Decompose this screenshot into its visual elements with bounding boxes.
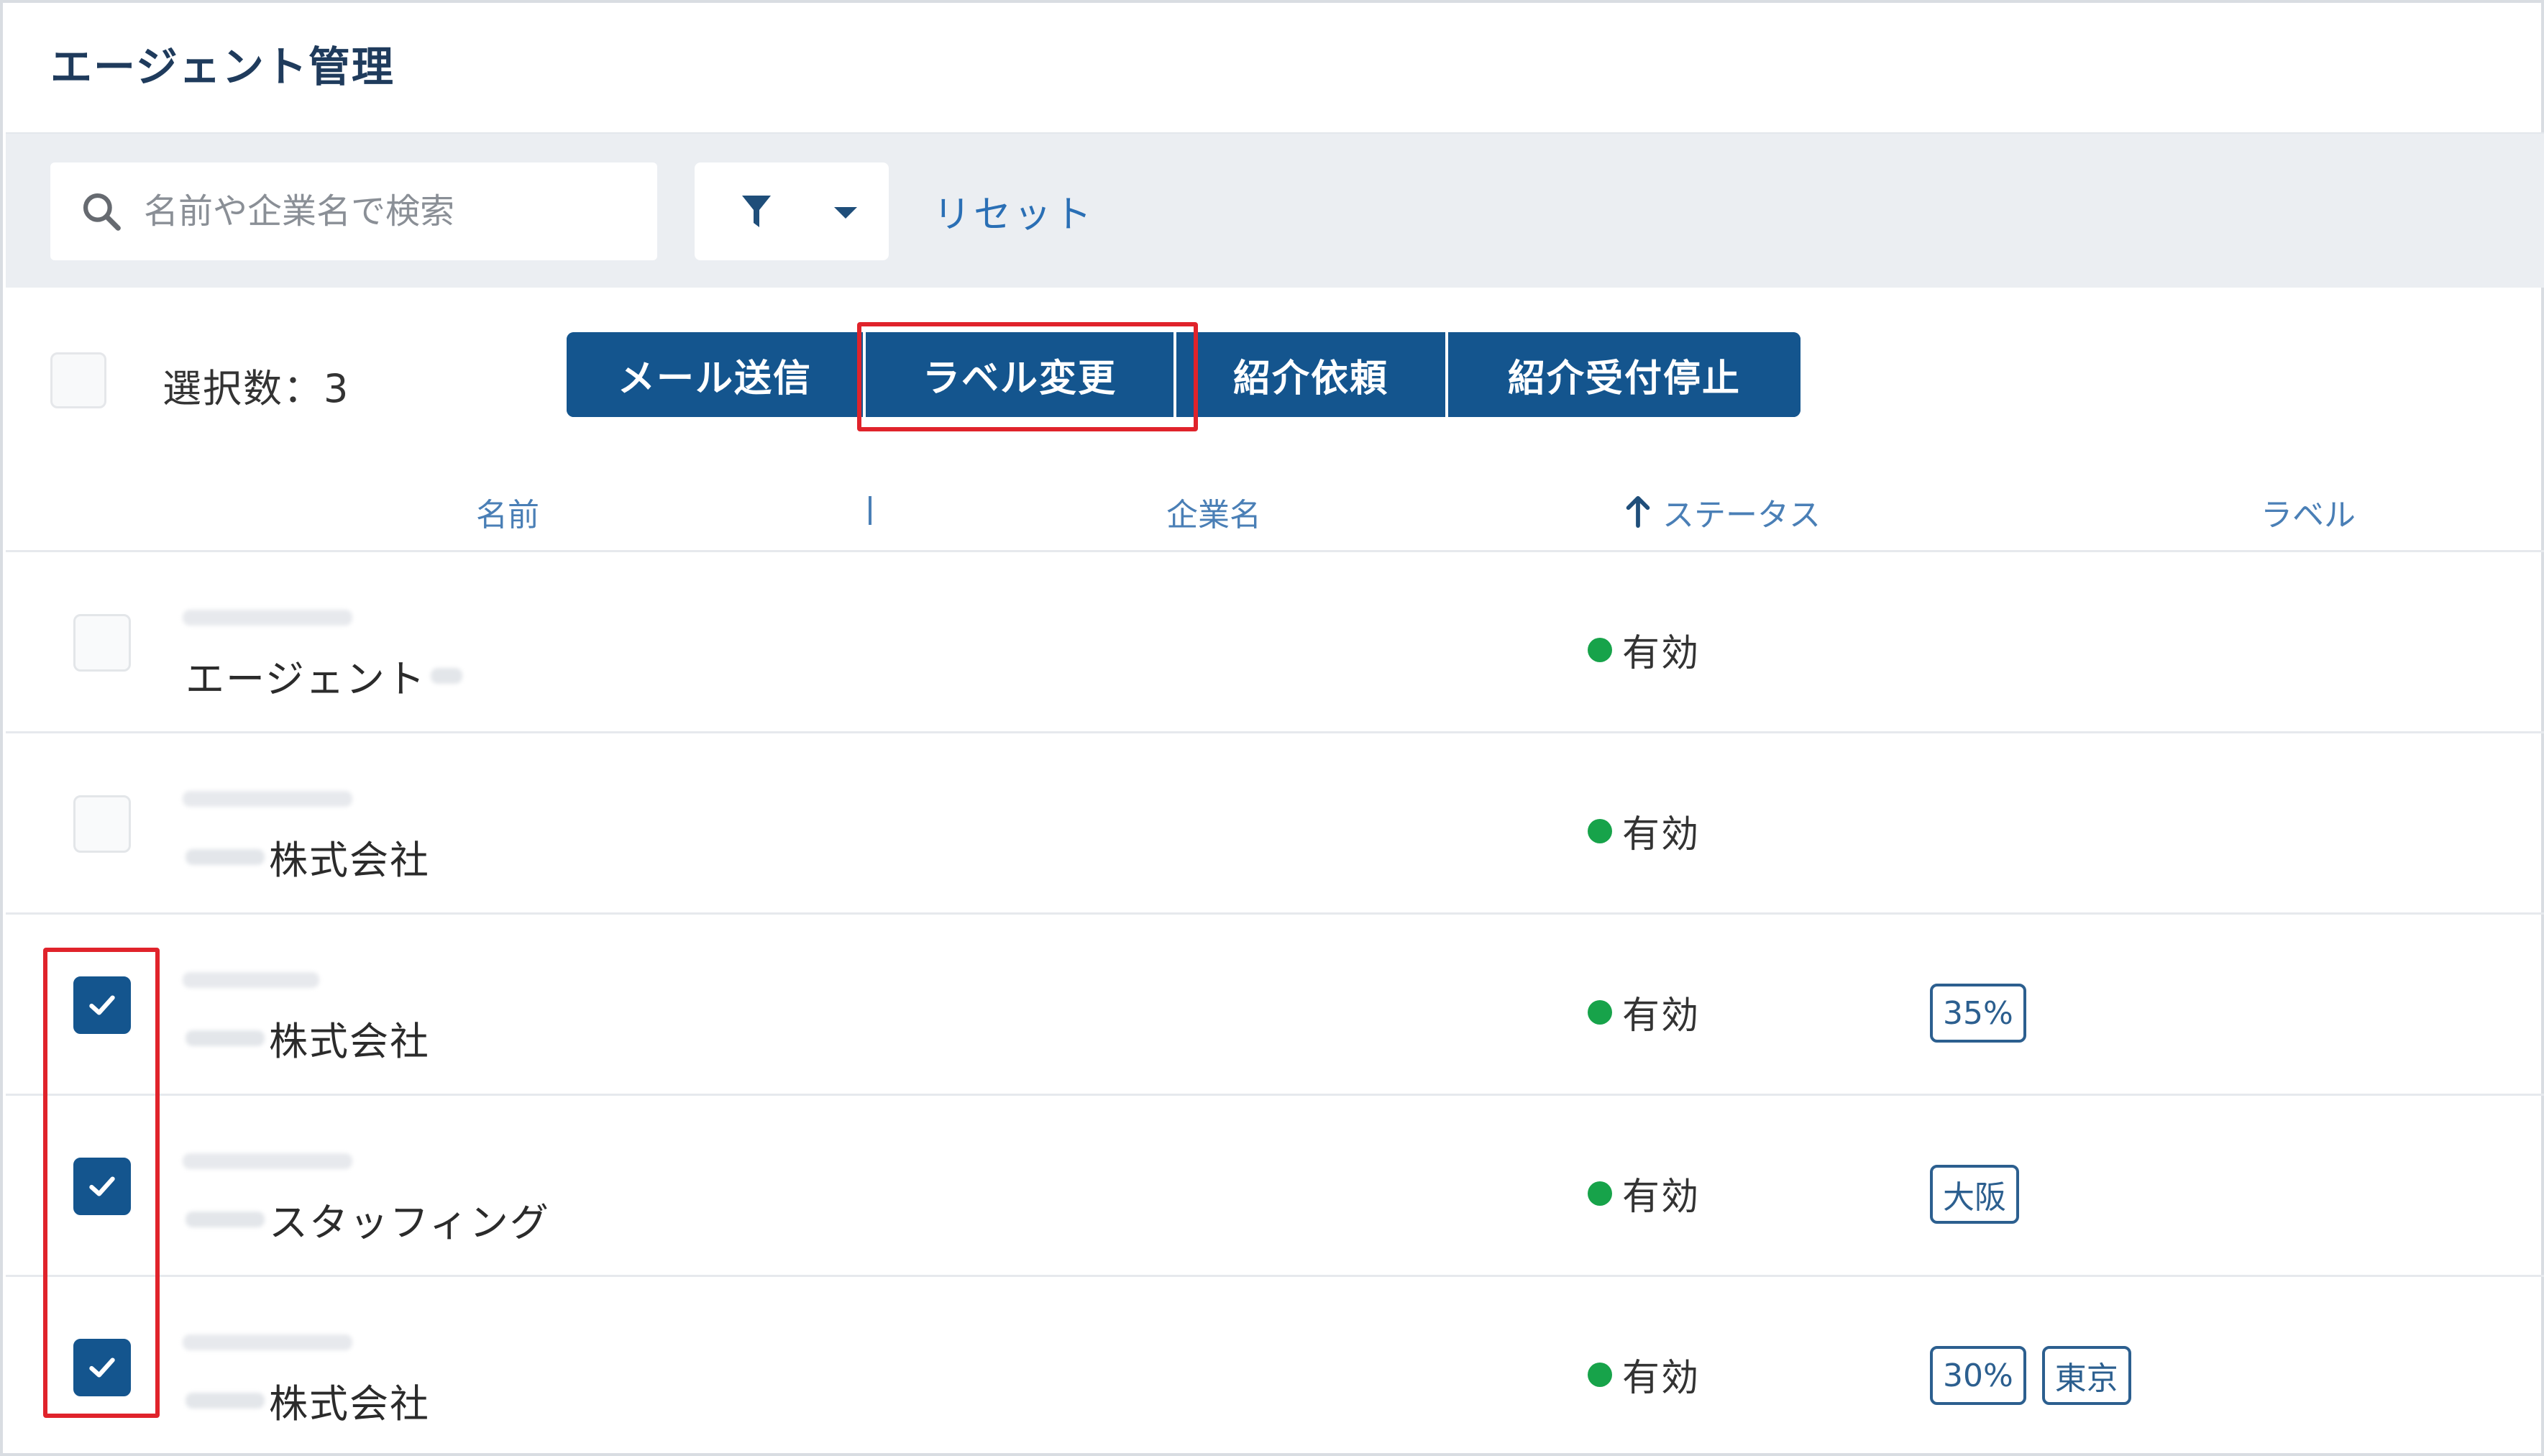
agent-name-text: 株式会社 [269,1381,430,1427]
blurred-text [186,1392,265,1409]
agent-name: 株式会社 [186,1372,430,1429]
app-frame: エージェント管理 リセット 選択数：3 メール送信 ラベル変更 紹介依頼 紹介受… [0,0,2544,1456]
row-checkbox[interactable] [73,1158,131,1215]
status-badge: 有効 [1588,623,1700,677]
bulk-action-bar: 選択数：3 メール送信 ラベル変更 紹介依頼 紹介受付停止 [3,288,2544,460]
label-tag: 東京 [2041,1346,2131,1405]
agent-name: 株式会社 [186,1009,430,1066]
status-dot-icon [1588,818,1612,843]
agent-name-text: 株式会社 [269,838,430,883]
status-badge: 有効 [1588,1347,1700,1401]
blurred-text [186,848,265,865]
intro-request-button[interactable]: 紹介依頼 [1176,332,1448,417]
reset-link[interactable]: リセット [933,184,1094,238]
blurred-id [183,791,352,807]
search-input[interactable] [144,191,604,232]
table-row[interactable]: 株式会社 有効 [6,733,2544,915]
label-tag: 30% [1930,1346,2026,1405]
status-text: 有効 [1622,632,1701,675]
search-icon [83,193,121,231]
column-header-company[interactable]: 企業名 [1166,489,1261,535]
filter-bar: リセット [6,132,2544,288]
blurred-text [430,667,462,684]
status-dot-icon [1588,637,1612,662]
blurred-id [183,1153,352,1169]
agent-name-text: エージェント [186,656,426,702]
row-checkbox[interactable] [73,614,131,672]
status-badge: 有効 [1588,1166,1700,1220]
blurred-id [183,1334,352,1350]
select-all-checkbox[interactable] [50,352,106,408]
row-checkbox[interactable] [73,976,131,1034]
table-row[interactable]: エージェント 有効 [6,552,2544,733]
agent-name: エージェント [186,647,462,704]
status-text: 有効 [1622,1176,1701,1219]
table-row[interactable]: 株式会社 有効 35% [6,915,2544,1096]
blurred-id [183,972,319,988]
status-badge: 有効 [1588,985,1700,1039]
table-row[interactable]: 株式会社 有効 30% 東京 [6,1277,2544,1456]
label-tags: 35% [1930,984,2026,1043]
bulk-button-group: メール送信 ラベル変更 紹介依頼 紹介受付停止 [567,332,1801,417]
filter-dropdown[interactable] [695,162,889,260]
status-dot-icon [1588,999,1612,1025]
change-label-button[interactable]: ラベル変更 [866,332,1176,417]
filter-icon [742,196,771,227]
selected-count: 選択数：3 [163,366,350,411]
caret-down-icon [834,207,857,219]
agent-name: スタッフィング [186,1191,550,1247]
label-tags: 大阪 [1930,1165,2019,1224]
column-header-status-label: ステータス [1662,497,1821,534]
status-text: 有効 [1622,1357,1701,1400]
column-resize-handle[interactable] [869,496,871,525]
status-text: 有効 [1622,813,1701,856]
label-tags: 30% 東京 [1930,1346,2131,1405]
table-row[interactable]: スタッフィング 有効 大阪 [6,1096,2544,1277]
send-mail-button[interactable]: メール送信 [567,332,866,417]
arrow-up-icon [1626,495,1650,528]
column-header-label[interactable]: ラベル [2261,489,2356,535]
stop-intro-button[interactable]: 紹介受付停止 [1448,332,1801,417]
agent-name-text: スタッフィング [269,1200,550,1245]
check-icon [89,1357,115,1378]
row-checkbox[interactable] [73,1339,131,1396]
blurred-text [186,1030,265,1046]
table-header: 名前 企業名 ステータス ラベル [6,460,2544,552]
search-box[interactable] [50,162,657,260]
row-checkbox[interactable] [73,795,131,853]
check-icon [89,1176,115,1196]
check-icon [89,995,115,1015]
blurred-text [186,1211,265,1227]
status-dot-icon [1588,1362,1612,1387]
blurred-id [183,610,352,626]
agent-name: 株式会社 [186,828,430,885]
status-text: 有効 [1622,994,1701,1038]
column-header-name[interactable]: 名前 [476,489,539,535]
page-title: エージェント管理 [50,42,395,91]
status-badge: 有効 [1588,804,1700,858]
status-dot-icon [1588,1181,1612,1206]
column-header-status[interactable]: ステータス [1624,489,1821,535]
agent-name-text: 株式会社 [269,1019,430,1064]
label-tag: 35% [1930,984,2026,1043]
label-tag: 大阪 [1930,1165,2019,1224]
